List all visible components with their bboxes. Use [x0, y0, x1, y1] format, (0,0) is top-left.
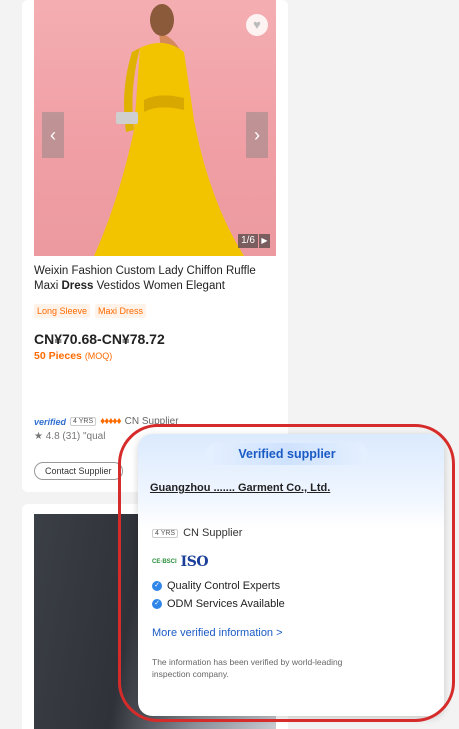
- supplier-type: CN Supplier: [124, 416, 179, 427]
- certification-row: CE·BSCI ISO: [152, 554, 209, 570]
- moq-value: 50 Pieces: [34, 350, 82, 362]
- heart-icon[interactable]: ♥: [246, 14, 268, 36]
- iso-certification: ISO: [180, 554, 209, 570]
- rating-value: 4.8 (31): [45, 431, 81, 442]
- contact-supplier-button[interactable]: Contact Supplier: [34, 462, 123, 480]
- star-icon: ★: [34, 431, 43, 442]
- feature-label: ODM Services Available: [167, 598, 285, 610]
- play-icon[interactable]: ▶: [259, 234, 270, 248]
- product-image[interactable]: ♥ ‹ › 1/6 ▶: [34, 0, 276, 256]
- supplier-line[interactable]: verified 4 YRS ♦♦♦♦♦ CN Supplier: [34, 416, 179, 427]
- supplier-info-row: 4 YRS CN Supplier: [152, 527, 242, 539]
- certificate-icon: CE·BSCI: [152, 559, 177, 565]
- product-title[interactable]: Weixin Fashion Custom Lady Chiffon Ruffl…: [34, 264, 280, 294]
- rating-line: ★ 4.8 (31) "qual: [34, 431, 105, 442]
- product-card[interactable]: ♥ ‹ › 1/6 ▶ Weixin Fashion Custom Lady C…: [22, 0, 288, 492]
- check-circle-icon: ✓: [152, 599, 162, 609]
- check-circle-icon: ✓: [152, 581, 162, 591]
- verified-logo: verified: [34, 416, 67, 427]
- title-part-bold: Dress: [61, 280, 94, 292]
- feature-item: ✓ ODM Services Available: [152, 598, 285, 610]
- feature-item: ✓ Quality Control Experts: [152, 580, 280, 592]
- years-badge: 4 YRS: [70, 417, 97, 426]
- verification-note: The information has been verified by wor…: [152, 657, 343, 679]
- title-part: Vestidos Women Elegant: [93, 280, 225, 292]
- diamond-rating-icon: ♦♦♦♦♦: [100, 416, 121, 427]
- image-counter: 1/6: [238, 234, 258, 248]
- company-name-link[interactable]: Guangzhou ....... Garment Co., Ltd.: [150, 482, 330, 494]
- chevron-right-icon[interactable]: ›: [246, 112, 268, 158]
- more-verified-info-link[interactable]: More verified information >: [152, 627, 283, 639]
- min-order-quantity: 50 Pieces (MOQ): [34, 350, 112, 362]
- tag-maxi-dress: Maxi Dress: [95, 304, 147, 318]
- review-snippet: "qual: [83, 431, 106, 442]
- dress-illustration: [94, 4, 244, 256]
- tag-long-sleeve: Long Sleeve: [34, 304, 91, 318]
- verified-supplier-popup: Verified supplier Guangzhou ....... Garm…: [138, 434, 444, 716]
- price-range: CN¥70.68-CN¥78.72: [34, 331, 165, 347]
- product-tags: Long Sleeve Maxi Dress: [34, 304, 147, 318]
- moq-unit: (MOQ): [84, 351, 113, 361]
- verified-supplier-badge: Verified supplier: [206, 443, 368, 465]
- feature-label: Quality Control Experts: [167, 580, 281, 592]
- years-badge: 4 YRS: [152, 528, 179, 538]
- supplier-type: CN Supplier: [183, 527, 243, 539]
- chevron-left-icon[interactable]: ‹: [42, 112, 64, 158]
